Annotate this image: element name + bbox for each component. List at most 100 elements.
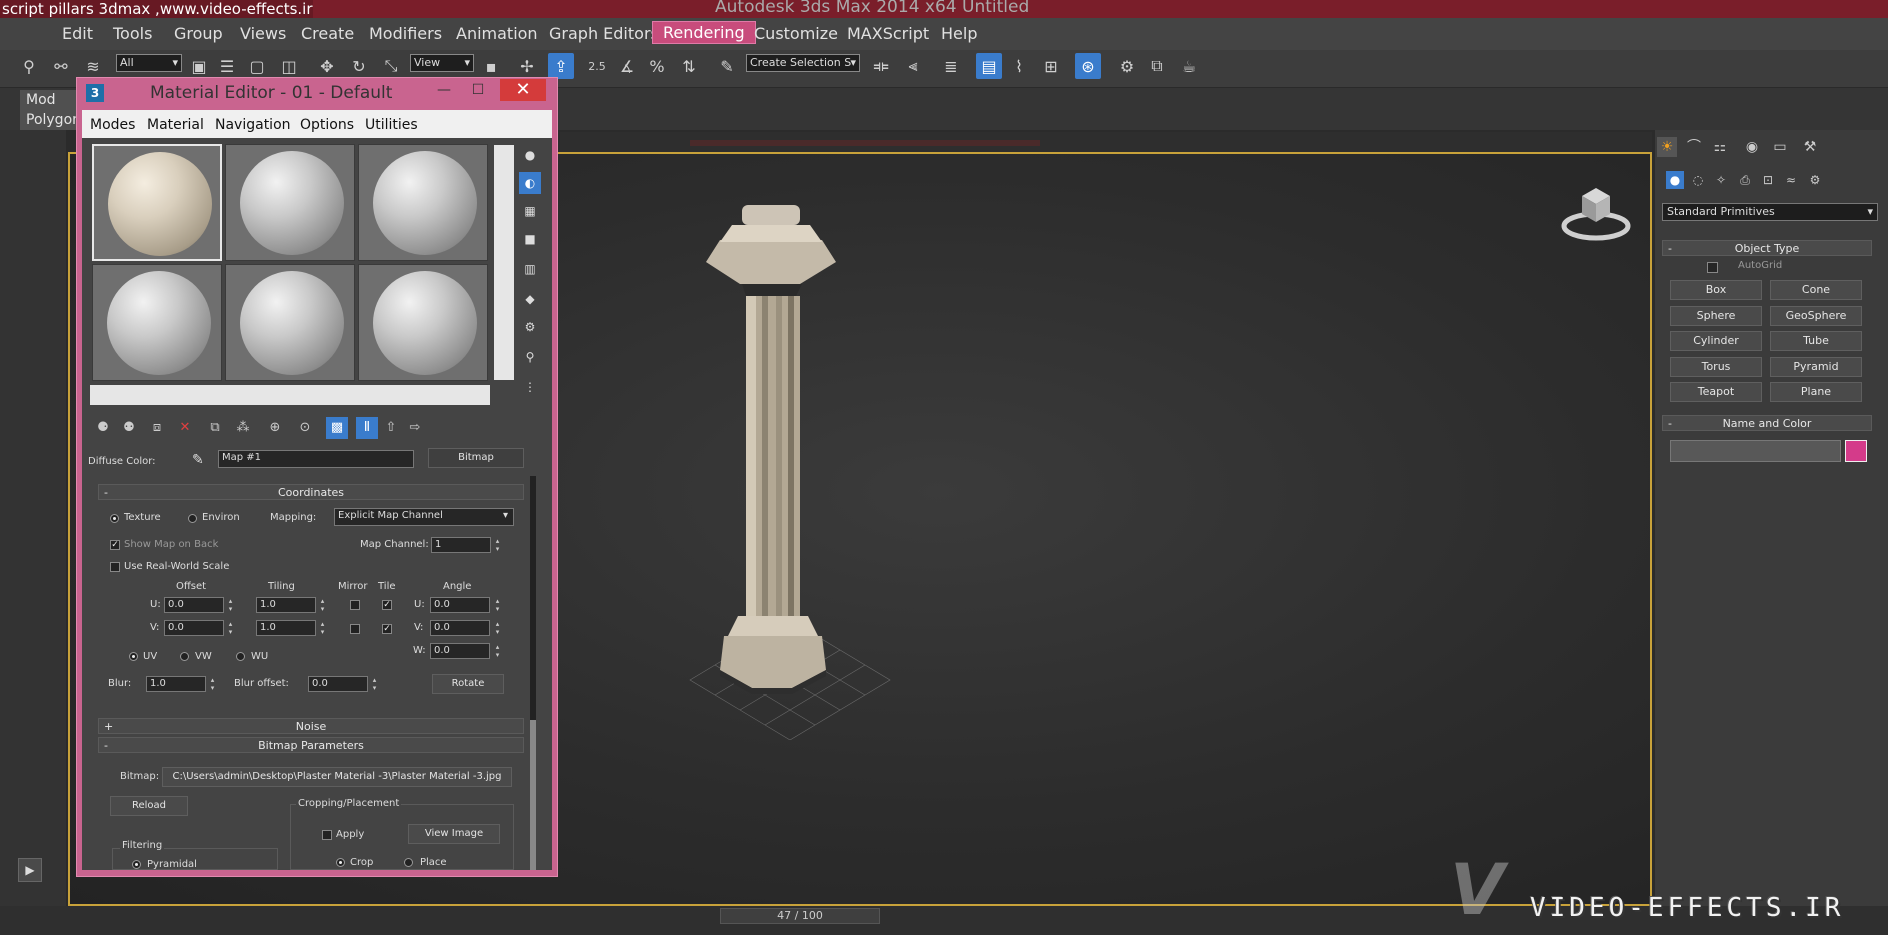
object-type-rollout[interactable]: - Object Type xyxy=(1662,240,1872,256)
move-icon[interactable]: ✥ xyxy=(314,53,340,79)
rendered-frame-icon[interactable]: ⧉ xyxy=(1144,53,1170,79)
material-slot-3[interactable] xyxy=(358,144,488,261)
uv-radio[interactable] xyxy=(129,652,138,661)
map-type-button[interactable]: Bitmap xyxy=(428,448,524,468)
minimize-icon[interactable]: — xyxy=(432,79,456,101)
systems-icon[interactable]: ⚙ xyxy=(1806,171,1824,189)
motion-tab-icon[interactable]: ◉ xyxy=(1742,137,1762,157)
menu-edit[interactable]: Edit xyxy=(62,24,93,43)
ribbon-tab-modeling[interactable]: Mod xyxy=(20,90,78,110)
name-color-rollout[interactable]: - Name and Color xyxy=(1662,415,1872,431)
u-tile-checkbox[interactable]: ✓ xyxy=(382,600,392,610)
v-offset-spinner[interactable]: ▴ ▾ xyxy=(226,620,235,636)
ribbon-tab-polygon[interactable]: Polygon xyxy=(20,110,81,130)
curve-editor-icon[interactable]: ⌇ xyxy=(1006,53,1032,79)
material-slot-1[interactable] xyxy=(92,144,222,261)
rect-region-icon[interactable]: ▢ xyxy=(244,53,270,79)
v-tile-checkbox[interactable]: ✓ xyxy=(382,624,392,634)
place-radio[interactable] xyxy=(404,858,413,867)
go-forward-sibling-icon[interactable]: ⇨ xyxy=(404,417,426,439)
select-by-material-icon[interactable]: ⚲ xyxy=(519,346,541,368)
crop-radio[interactable] xyxy=(336,858,345,867)
u-tiling-input[interactable]: 1.0 xyxy=(256,597,316,613)
spacewarps-icon[interactable]: ≈ xyxy=(1782,171,1800,189)
make-unique-icon[interactable]: ⁂ xyxy=(232,417,254,439)
angle-snap-icon[interactable]: ∡ xyxy=(614,53,640,79)
tube-button[interactable]: Tube xyxy=(1770,331,1862,351)
render-setup-icon[interactable]: ⚙ xyxy=(1114,53,1140,79)
material-id-icon[interactable]: ⊙ xyxy=(294,417,316,439)
material-map-navigator-icon[interactable]: ⋮ xyxy=(519,376,541,398)
scale-icon[interactable]: ⤡ xyxy=(378,53,404,79)
reset-map-icon[interactable]: ✕ xyxy=(174,417,196,439)
select-by-name-icon[interactable]: ☰ xyxy=(214,53,240,79)
me-menu-modes[interactable]: Modes xyxy=(90,117,135,133)
backlight-icon[interactable]: ◐ xyxy=(519,172,541,194)
window-crossing-icon[interactable]: ◫ xyxy=(276,53,302,79)
u-angle-spinner[interactable]: ▴ ▾ xyxy=(493,597,502,613)
spinner-snap-icon[interactable]: ⇅ xyxy=(676,53,702,79)
material-slot-4[interactable] xyxy=(92,264,222,381)
vw-radio[interactable] xyxy=(180,652,189,661)
object-color-swatch[interactable] xyxy=(1845,440,1867,462)
select-link-icon[interactable]: ⚲ xyxy=(16,53,42,79)
scrollbar-thumb[interactable] xyxy=(530,720,536,870)
menu-modifiers[interactable]: Modifiers xyxy=(369,24,442,43)
box-button[interactable]: Box xyxy=(1670,280,1762,300)
align-icon[interactable]: ⫷ xyxy=(900,53,926,79)
menu-rendering[interactable]: Rendering xyxy=(652,21,756,44)
background-icon[interactable]: ▦ xyxy=(519,200,541,222)
put-to-scene-icon[interactable]: ⚉ xyxy=(118,417,140,439)
show-map-on-back-checkbox[interactable]: ✓ xyxy=(110,540,120,550)
edit-named-sel-icon[interactable]: ✎ xyxy=(714,53,740,79)
mirror-icon[interactable]: ⟚ xyxy=(868,53,894,79)
map-channel-spinner[interactable]: ▴ ▾ xyxy=(493,537,502,553)
helpers-icon[interactable]: ⊡ xyxy=(1759,171,1777,189)
get-material-icon[interactable]: ⚈ xyxy=(92,417,114,439)
bind-spacewarp-icon[interactable]: ≋ xyxy=(80,53,106,79)
selection-filter-select[interactable]: All xyxy=(116,54,182,72)
menu-graph-editors[interactable]: Graph Editors xyxy=(549,24,659,43)
map-channel-input[interactable]: 1 xyxy=(431,537,491,553)
menu-tools[interactable]: Tools xyxy=(113,24,152,43)
named-selection-select[interactable]: Create Selection S xyxy=(746,54,860,72)
menu-animation[interactable]: Animation xyxy=(456,24,538,43)
create-tab-icon[interactable]: ☀ xyxy=(1657,137,1677,157)
torus-button[interactable]: Torus xyxy=(1670,357,1762,377)
blur-spinner[interactable]: ▴ ▾ xyxy=(208,676,217,692)
menu-customize[interactable]: Customize xyxy=(754,24,838,43)
noise-rollout[interactable]: + Noise xyxy=(98,718,524,734)
cameras-icon[interactable]: ⎙ xyxy=(1736,171,1754,189)
bitmap-path-button[interactable]: C:\Users\admin\Desktop\Plaster Material … xyxy=(162,767,512,787)
sample-type-icon[interactable]: ● xyxy=(519,144,541,166)
menu-create[interactable]: Create xyxy=(301,24,354,43)
v-angle-input[interactable]: 0.0 xyxy=(430,620,490,636)
hierarchy-tab-icon[interactable]: ⚏ xyxy=(1710,137,1730,157)
me-menu-material[interactable]: Material xyxy=(147,117,204,133)
object-name-input[interactable] xyxy=(1670,440,1841,462)
close-icon[interactable]: ✕ xyxy=(500,79,546,101)
menu-maxscript[interactable]: MAXScript xyxy=(847,24,929,43)
reload-button[interactable]: Reload xyxy=(110,796,188,816)
u-offset-spinner[interactable]: ▴ ▾ xyxy=(226,597,235,613)
reference-coord-select[interactable]: View xyxy=(410,54,474,72)
u-offset-input[interactable]: 0.0 xyxy=(164,597,224,613)
layer-manager-icon[interactable]: ≣ xyxy=(938,53,964,79)
v-tiling-spinner[interactable]: ▴ ▾ xyxy=(318,620,327,636)
primitive-category-select[interactable]: Standard Primitives xyxy=(1662,203,1878,221)
unlink-icon[interactable]: ⚯ xyxy=(48,53,74,79)
me-menu-utilities[interactable]: Utilities xyxy=(365,117,418,133)
material-slot-5[interactable] xyxy=(225,264,355,381)
blur-offset-spinner[interactable]: ▴ ▾ xyxy=(370,676,379,692)
v-angle-spinner[interactable]: ▴ ▾ xyxy=(493,620,502,636)
pivot-center-icon[interactable]: ▪ xyxy=(478,53,504,79)
cone-button[interactable]: Cone xyxy=(1770,280,1862,300)
me-menu-navigation[interactable]: Navigation xyxy=(215,117,291,133)
keyboard-shortcut-icon[interactable]: ⇪ xyxy=(548,53,574,79)
material-slot-2[interactable] xyxy=(225,144,355,261)
wu-radio[interactable] xyxy=(236,652,245,661)
blur-input[interactable]: 1.0 xyxy=(146,676,206,692)
select-manipulate-icon[interactable]: ✢ xyxy=(514,53,540,79)
v-offset-input[interactable]: 0.0 xyxy=(164,620,224,636)
pillar-model[interactable] xyxy=(680,200,900,740)
